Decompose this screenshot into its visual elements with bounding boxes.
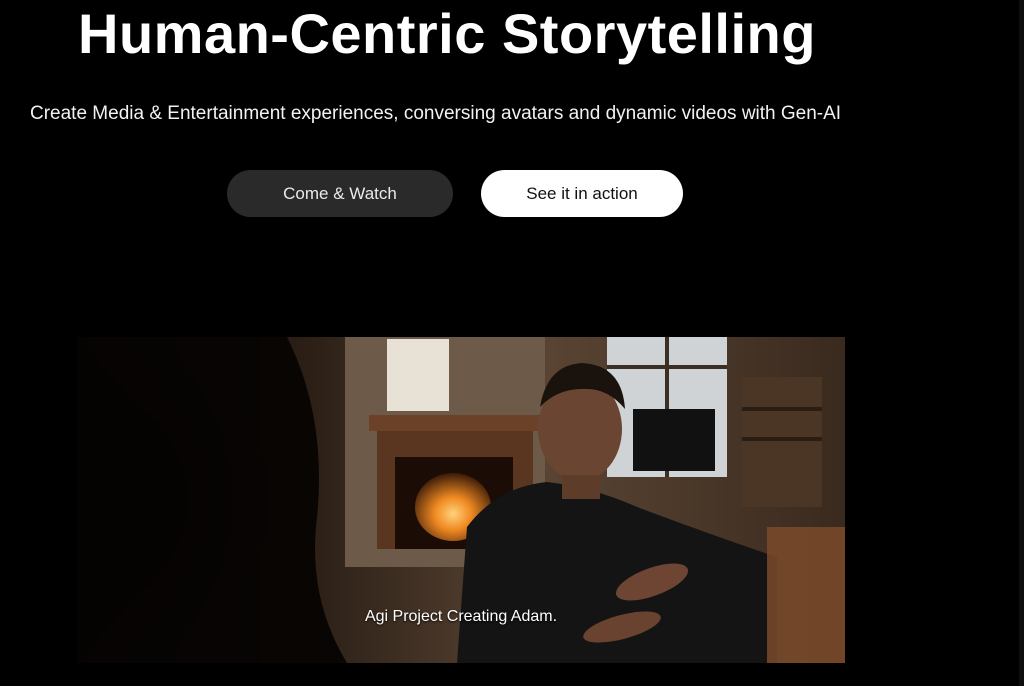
hero-subtitle: Create Media & Entertainment experiences… [30, 103, 842, 124]
hero-title: Human-Centric Storytelling [78, 2, 816, 65]
video-caption: Agi Project Creating Adam. [364, 608, 558, 625]
video-player[interactable]: Agi Project Creating Adam. [77, 337, 845, 663]
see-it-in-action-button[interactable]: See it in action [481, 170, 683, 217]
come-and-watch-button[interactable]: Come & Watch [227, 170, 453, 217]
scrollbar-track[interactable] [1019, 0, 1024, 686]
